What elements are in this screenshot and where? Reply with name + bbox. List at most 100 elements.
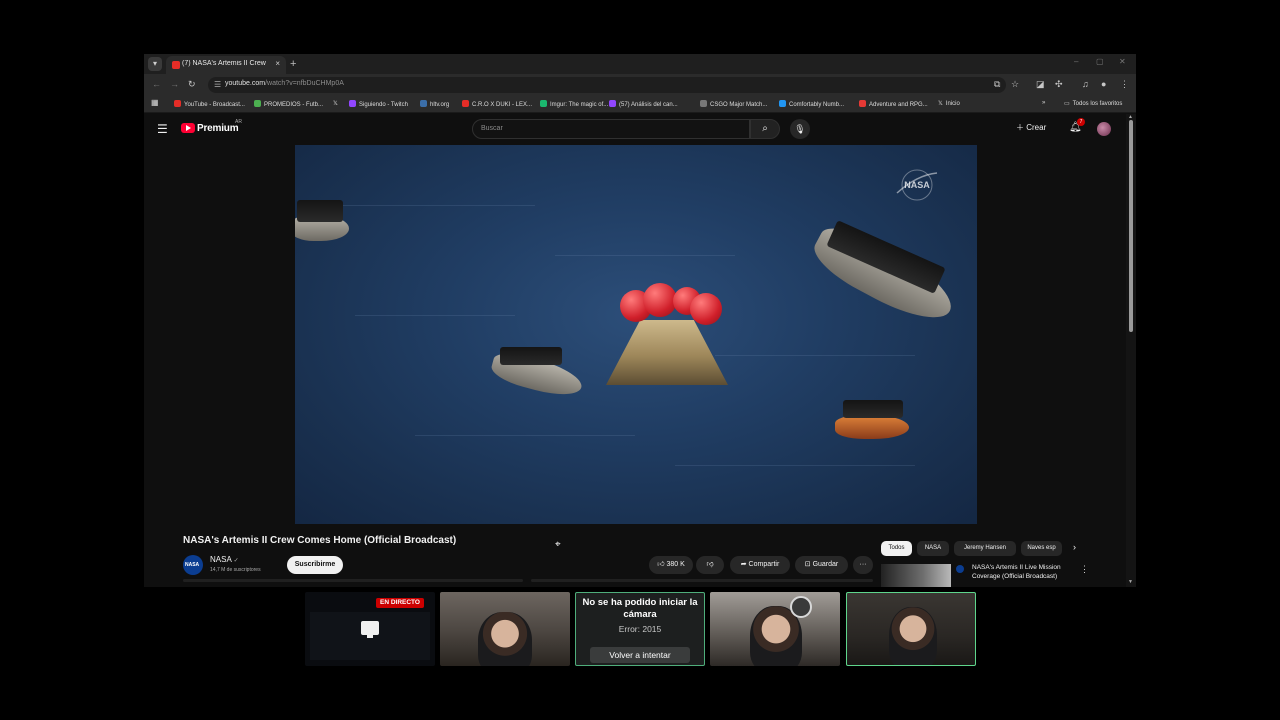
mouse-cursor-icon: ⌖ <box>555 539 561 550</box>
dislike-button[interactable]: 👎︎ <box>696 556 724 574</box>
apps-grid-icon[interactable]: ▦ <box>151 98 159 107</box>
youtube-favicon-icon <box>172 61 180 69</box>
close-window-icon[interactable]: ✕ <box>1119 57 1126 66</box>
camera-error-title: No se ha podido iniciar la cámara <box>582 597 698 620</box>
ocean-wave <box>715 355 915 356</box>
ocean-wave <box>335 205 535 206</box>
active-speaker-camera-tile[interactable] <box>846 592 976 666</box>
live-badge: EN DIRECTO <box>376 598 424 608</box>
channel-name-text: NASA <box>210 555 232 564</box>
media-control-icon[interactable]: ♫ <box>1082 79 1089 89</box>
subscriber-count: 14,7 M de suscriptores <box>210 567 261 573</box>
bookmark-item[interactable]: C.R.O X DUKI - LEX... <box>462 100 532 108</box>
extensions-puzzle-icon[interactable]: ✣ <box>1055 79 1063 90</box>
bookmarks-overflow-icon[interactable]: » <box>1042 100 1045 106</box>
retry-camera-button[interactable]: Volver a intentar <box>590 647 690 663</box>
address-bar[interactable]: ☰ youtube.com/watch?v=nfbDuCHMp0A <box>208 77 1006 93</box>
minimize-icon[interactable]: – <box>1074 57 1078 66</box>
microphone-icon: 🎙 <box>794 124 806 134</box>
extension-icon[interactable]: ◪ <box>1036 79 1045 90</box>
bookmark-item[interactable]: hltv.org <box>420 100 449 108</box>
screen: ▾ (7) NASA's Artemis II Crew Come × + – … <box>0 0 1280 720</box>
forward-icon[interactable]: → <box>170 79 179 89</box>
bookmark-item[interactable]: YouTube - Broadcast... <box>174 100 245 108</box>
search-button[interactable]: ⌕ <box>750 119 780 139</box>
camera-error-tile: No se ha podido iniciar la cámara Error:… <box>575 592 705 666</box>
video-player[interactable]: NASA <box>295 145 977 524</box>
chip-naves-espaciales[interactable]: Naves esp <box>1021 541 1062 556</box>
bookmark-label: (57) Análisis del can... <box>619 102 678 108</box>
channel-avatar[interactable]: NASA <box>183 555 203 575</box>
back-icon[interactable]: ← <box>152 79 161 89</box>
scrollbar-thumb[interactable] <box>1129 120 1133 332</box>
profile-icon[interactable]: ● <box>1101 79 1106 89</box>
bookmark-label: Comfortably Numb... <box>789 102 845 108</box>
nasa-watermark-icon: NASA <box>896 169 938 201</box>
bookmark-item[interactable]: 𝕏 Inicio <box>938 100 960 107</box>
all-bookmarks-folder[interactable]: ▭ Todos los favoritos <box>1064 100 1122 107</box>
bookmark-item[interactable]: CSGO Major Match... <box>700 100 767 108</box>
tab-close-icon[interactable]: × <box>275 59 280 68</box>
scroll-down-icon[interactable]: ▼ <box>1128 579 1133 585</box>
bookmark-page-icon <box>779 100 786 107</box>
recommendation-title[interactable]: NASA's Artemis II Live Mission Coverage … <box>972 563 1076 581</box>
channel-name[interactable]: NASA ✓ <box>210 555 239 564</box>
bookmark-item[interactable]: (57) Análisis del can... <box>609 100 678 108</box>
participant-camera-tile[interactable] <box>710 592 840 666</box>
participant-camera-tile[interactable] <box>440 592 570 666</box>
bookmark-item[interactable]: Siguiendo - Twitch <box>349 100 408 108</box>
bookmark-item[interactable]: Imgur: The magic of... <box>540 100 608 108</box>
save-button[interactable]: ⊡ Guardar <box>795 556 848 574</box>
active-tab[interactable]: (7) NASA's Artemis II Crew Come × <box>166 56 286 74</box>
maximize-icon[interactable]: ▢ <box>1096 57 1104 66</box>
verified-icon: ✓ <box>233 558 239 564</box>
new-tab-button[interactable]: + <box>290 57 296 71</box>
tab-search-button[interactable]: ▾ <box>148 57 162 71</box>
bookmark-label: C.R.O X DUKI - LEX... <box>472 102 533 108</box>
recommendation-thumbnail[interactable] <box>881 564 951 587</box>
bookmark-label: hltv.org <box>430 102 450 108</box>
save-label: Guardar <box>812 561 839 568</box>
voice-search-button[interactable]: 🎙 <box>790 119 810 139</box>
browser-menu-icon[interactable]: ⋮ <box>1120 79 1129 90</box>
imgur-icon <box>540 100 547 107</box>
browser-toolbar: ← → ↻ ☰ youtube.com/watch?v=nfbDuCHMp0A … <box>144 74 1136 96</box>
install-app-icon[interactable]: ⧉ <box>994 79 1000 90</box>
account-avatar[interactable] <box>1097 122 1111 136</box>
share-button[interactable]: ➦ Compartir <box>730 556 790 574</box>
bookmark-page-icon <box>859 100 866 107</box>
create-button[interactable]: ＋ Crear <box>1016 122 1046 133</box>
link-icon <box>700 100 707 107</box>
ocean-wave <box>675 465 915 466</box>
bookmark-item[interactable]: PROMEDIOS - Futb... <box>254 100 323 108</box>
recommendation-more-icon[interactable]: ⋮ <box>1080 564 1089 575</box>
video-title: NASA's Artemis II Crew Comes Home (Offic… <box>183 535 457 546</box>
search-input[interactable]: Buscar <box>472 119 750 139</box>
subscribe-button[interactable]: Suscribirme <box>287 556 343 574</box>
bookmark-label: Siguiendo - Twitch <box>359 102 408 108</box>
reload-icon[interactable]: ↻ <box>188 79 196 90</box>
uprighting-balloon <box>643 283 677 317</box>
chip-todos[interactable]: Todos <box>881 541 912 556</box>
chevron-right-icon[interactable]: › <box>1073 542 1076 552</box>
like-button[interactable]: 👍︎ 380 K <box>649 556 693 574</box>
chip-nasa[interactable]: NASA <box>917 541 949 556</box>
youtube-brand[interactable]: Premium <box>197 123 239 134</box>
youtube-logo-icon[interactable] <box>181 123 195 133</box>
site-info-icon[interactable]: ☰ <box>214 80 221 89</box>
hamburger-menu-icon[interactable]: ☰ <box>157 122 168 136</box>
screen-share-tile[interactable]: EN DIRECTO <box>305 592 435 666</box>
participant-video <box>478 612 532 666</box>
bookmark-item[interactable]: Comfortably Numb... <box>779 100 844 108</box>
ocean-wave <box>355 315 515 316</box>
bookmark-item[interactable]: Adventure and RPG... <box>859 100 928 108</box>
youtube-page: ☰ Premium AR Buscar ⌕ 🎙 ＋ Crear 🔔︎ 7 NAS… <box>144 114 1136 587</box>
bookmark-label: Inicio <box>945 101 960 107</box>
more-actions-button[interactable]: ··· <box>853 556 873 574</box>
share-icon: ➦ <box>740 561 747 568</box>
x-icon: 𝕏 <box>938 101 943 107</box>
bookmark-item[interactable]: 𝕏 <box>333 100 338 107</box>
bookmark-star-icon[interactable]: ☆ <box>1011 79 1019 90</box>
chip-jeremy-hansen[interactable]: Jeremy Hansen <box>954 541 1016 556</box>
page-scrollbar[interactable]: ▲ ▼ <box>1126 114 1136 587</box>
